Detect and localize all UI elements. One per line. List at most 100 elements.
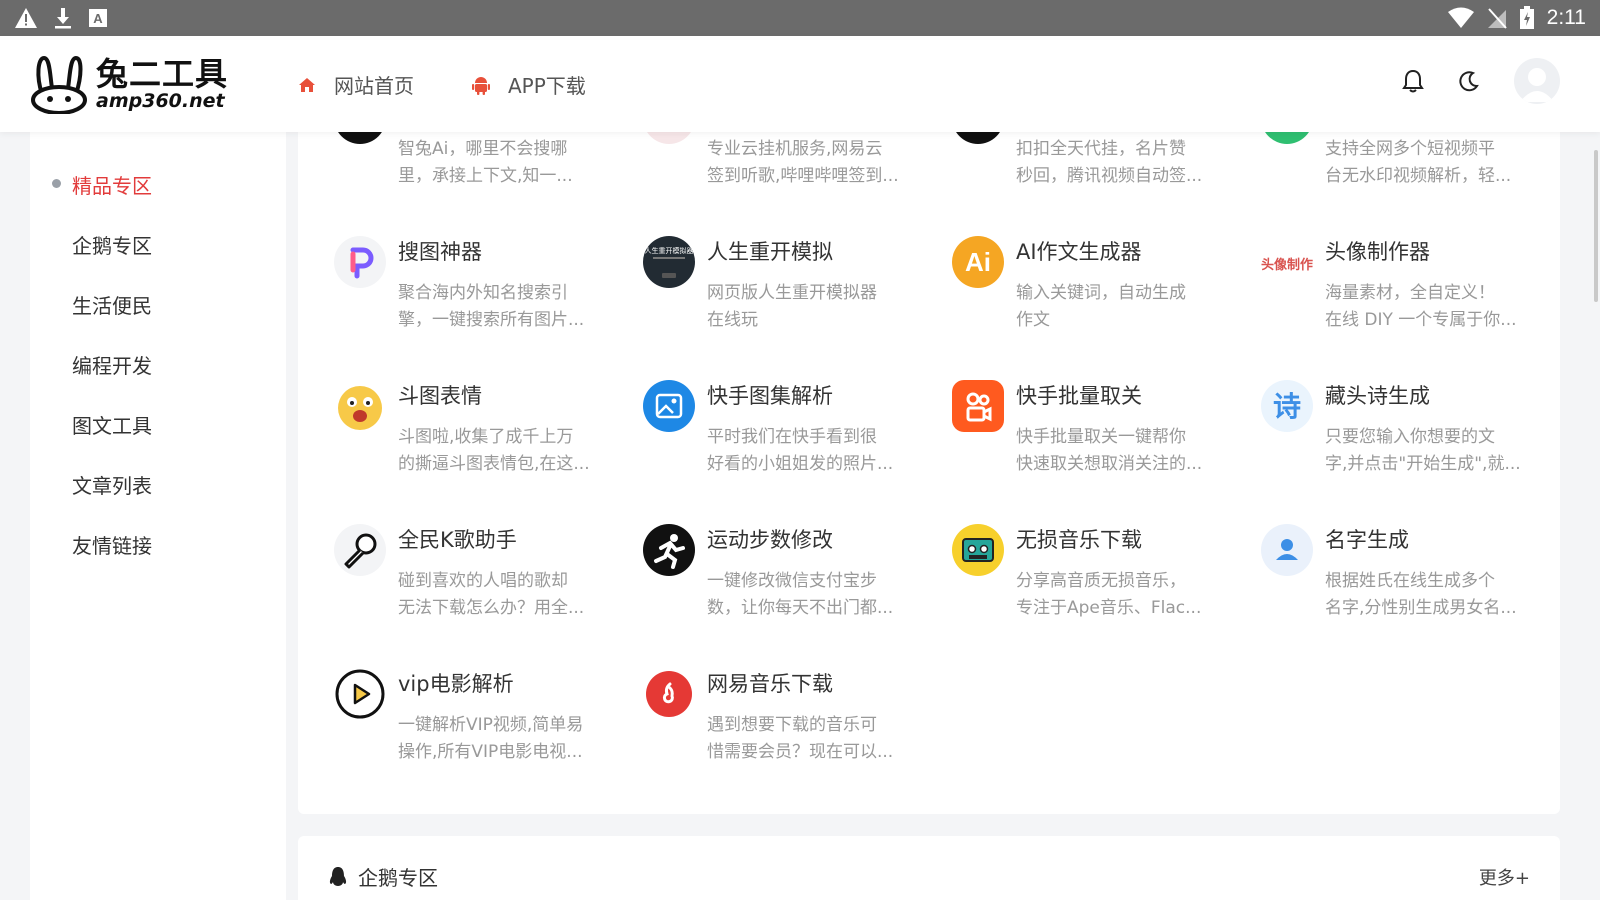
wifi-icon: [1447, 7, 1474, 28]
penguin-icon: [329, 866, 347, 886]
more-link[interactable]: 更多+: [1479, 864, 1530, 890]
home-icon: [299, 77, 315, 92]
tool-desc-line: 智兔Ai，哪里不会搜哪: [398, 139, 568, 159]
tool-card-kge-helper[interactable]: 全民K歌助手 碰到喜欢的人唱的歌却 无法下载怎么办？用全...: [298, 520, 588, 640]
sidebar-item-dev[interactable]: 编程开发: [72, 350, 152, 379]
tool-title: 名字生成: [1325, 528, 1409, 552]
keyboard-a-icon: A: [89, 9, 107, 27]
tool-desc-line: 遇到想要下载的音乐可: [707, 715, 877, 735]
section-title-label: 企鹅专区: [358, 866, 438, 890]
tool-card-name-generator[interactable]: 名字生成 根据姓氏在线生成多个名字,分性别生成男女名...: [1225, 520, 1517, 640]
tool-desc-line: 分享高音质无损音乐，: [1016, 571, 1186, 591]
active-dot: [52, 179, 61, 188]
tool-desc-line: 擎，一键搜索所有图片...: [398, 310, 585, 330]
scroll-thumb[interactable]: [1594, 150, 1598, 302]
tool-desc-line: 扣扣全天代挂，名片赞: [1016, 139, 1186, 159]
tool-card-kuaishou-unfollow[interactable]: 快手批量取关 快手批量取关一键帮你 快速取关想取消关注的...: [916, 376, 1206, 496]
user-avatar-icon: [1520, 68, 1554, 102]
tool-desc-line: 无法下载怎么办？用全...: [398, 598, 585, 618]
tool-card-life-restart[interactable]: 人生重开模拟器 人生重开模拟 网页版人生重开模拟器 在线玩: [607, 232, 897, 352]
site-header: 兔二工具 amp360.net 网站首页 APP下载: [0, 36, 1600, 132]
sidebar-item-featured[interactable]: 精品专区: [52, 170, 152, 199]
tool-desc-line: 台无水印视频解析，轻...: [1325, 166, 1512, 186]
tool-card-ai-essay[interactable]: Ai AI作文生成器 输入关键词，自动生成 作文: [916, 232, 1206, 352]
bell-icon[interactable]: [1402, 69, 1424, 93]
ai-essay-icon: Ai: [952, 236, 1004, 288]
tool-desc-line: 秒回，腾讯视频自动签...: [1016, 166, 1203, 186]
sidebar-item-penguin[interactable]: 企鹅专区: [72, 230, 152, 259]
nav-home-label: 网站首页: [334, 74, 414, 98]
tool-card-vip-movie[interactable]: vip电影解析 一键解析VIP视频,简单易 操作,所有VIP电影电视...: [298, 664, 588, 784]
no-signal-icon: [1487, 8, 1507, 29]
tool-title: 藏头诗生成: [1325, 384, 1430, 408]
image-search-p-icon: [334, 236, 386, 288]
nav-home[interactable]: 网站首页: [298, 70, 414, 99]
download-icon: [55, 8, 71, 29]
tool-title: 头像制作器: [1325, 240, 1430, 264]
warning-icon: [15, 8, 37, 28]
life-restart-icon-text: 人生重开模拟器: [645, 246, 694, 255]
tool-title: 人生重开模拟: [707, 240, 833, 264]
sidebar-item-label: 图文工具: [72, 414, 152, 438]
life-restart-icon: 人生重开模拟器: [643, 236, 695, 288]
tool-card-meme[interactable]: 斗图表情 斗图啦,收集了成千上万 的撕逼斗图表情包,在这...: [298, 376, 590, 496]
tool-desc-line: 数，让你每天不出门都...: [707, 598, 894, 618]
tool-desc-line: 在线玩: [707, 310, 758, 330]
tool-desc-line: 专业云挂机服务,网易云: [707, 139, 883, 159]
running-man-icon: [643, 524, 695, 576]
tool-title: 网易音乐下载: [707, 672, 833, 696]
play-circle-icon: [334, 668, 386, 720]
tool-desc-line: 碰到喜欢的人唱的歌却: [398, 571, 568, 591]
tool-card-image-search[interactable]: 搜图神器 聚合海内外知名搜索引 擎，一键搜索所有图片...: [298, 232, 588, 352]
featured-tools-panel: 智兔Ai，哪里不会搜哪 里，承接上下文,知一... 专业云挂机服务,网易云 签到听歌…: [298, 92, 1560, 814]
tool-title: AI作文生成器: [1016, 240, 1142, 264]
tool-card-lossless-music[interactable]: 无损音乐下载 分享高音质无损音乐， 专注于Ape音乐、Flac...: [916, 520, 1206, 640]
tool-desc-line: 里，承接上下文,知一...: [398, 166, 573, 186]
tool-desc-line: 输入关键词，自动生成: [1016, 283, 1186, 303]
tool-desc-line: 惜需要会员？现在可以...: [707, 742, 894, 762]
sidebar-item-label: 编程开发: [72, 354, 152, 378]
tool-title: 全民K歌助手: [398, 528, 517, 552]
page-scrollbar[interactable]: [1592, 132, 1600, 900]
user-avatar[interactable]: [1514, 58, 1560, 104]
status-bar: A 2:11: [0, 0, 1600, 36]
rabbit-logo-icon: [31, 55, 87, 114]
tool-desc-line: 支持全网多个短视频平: [1325, 139, 1495, 159]
tool-desc-line: 字,并点击"开始生成",就...: [1325, 454, 1521, 474]
tool-desc-line: 网页版人生重开模拟器: [707, 283, 877, 303]
clock: 2:11: [1546, 6, 1586, 29]
ai-icon-text: Ai: [965, 247, 991, 277]
tool-desc-line: 在线 DIY 一个专属于你...: [1325, 310, 1517, 330]
person-icon: [1261, 524, 1313, 576]
tool-card-avatar-maker[interactable]: 头像制作 头像制作器 海量素材，全自定义！ 在线 DIY 一个专属于你...: [1225, 232, 1517, 352]
sidebar-item-links[interactable]: 友情链接: [72, 530, 152, 559]
tool-desc-line: 一键解析VIP视频,简单易: [398, 715, 584, 735]
tool-desc-line: 一键修改微信支付宝步: [707, 571, 877, 591]
avatar-maker-icon-text: 头像制作: [1261, 257, 1313, 273]
sidebar-item-life[interactable]: 生活便民: [72, 290, 152, 319]
sidebar-item-label: 精品专区: [72, 174, 152, 198]
cassette-icon: [952, 524, 1004, 576]
sidebar-item-image-text[interactable]: 图文工具: [72, 410, 152, 439]
top-nav: 网站首页 APP下载: [298, 70, 586, 99]
sidebar-item-articles[interactable]: 文章列表: [72, 470, 152, 499]
sidebar-item-label: 文章列表: [72, 474, 152, 498]
poem-icon-text: 诗: [1273, 390, 1301, 423]
tool-card-kuaishou-album[interactable]: 快手图集解析 平时我们在快手看到很 好看的小姐姐发的照片...: [607, 376, 897, 496]
nav-app-download[interactable]: APP下载: [472, 70, 586, 99]
tool-card-step-modify[interactable]: 运动步数修改 一键修改微信支付宝步 数，让你每天不出门都...: [607, 520, 897, 640]
tool-desc-line: 只要您输入你想要的文: [1325, 427, 1495, 447]
tool-title: 搜图神器: [398, 240, 482, 264]
tool-desc-line: 根据姓氏在线生成多个: [1325, 571, 1495, 591]
meme-face-icon: [334, 380, 386, 432]
site-logo[interactable]: 兔二工具 amp360.net: [28, 52, 248, 116]
dark-mode-moon-icon[interactable]: [1458, 70, 1480, 92]
tool-card-netease-music[interactable]: 网易音乐下载 遇到想要下载的音乐可 惜需要会员？现在可以...: [607, 664, 897, 784]
tool-card-acrostic-poem[interactable]: 诗 藏头诗生成 只要您输入你想要的文字,并点击"开始生成",就...: [1225, 376, 1521, 496]
avatar-maker-icon: 头像制作: [1261, 236, 1313, 288]
tool-desc-line: 名字,分性别生成男女名...: [1325, 598, 1517, 618]
sidebar-item-label: 企鹅专区: [72, 234, 152, 258]
sidebar-item-label: 友情链接: [72, 534, 152, 558]
tool-title: vip电影解析: [398, 672, 514, 696]
tool-desc-line: 签到听歌,哔哩哔哩签到...: [707, 166, 899, 186]
